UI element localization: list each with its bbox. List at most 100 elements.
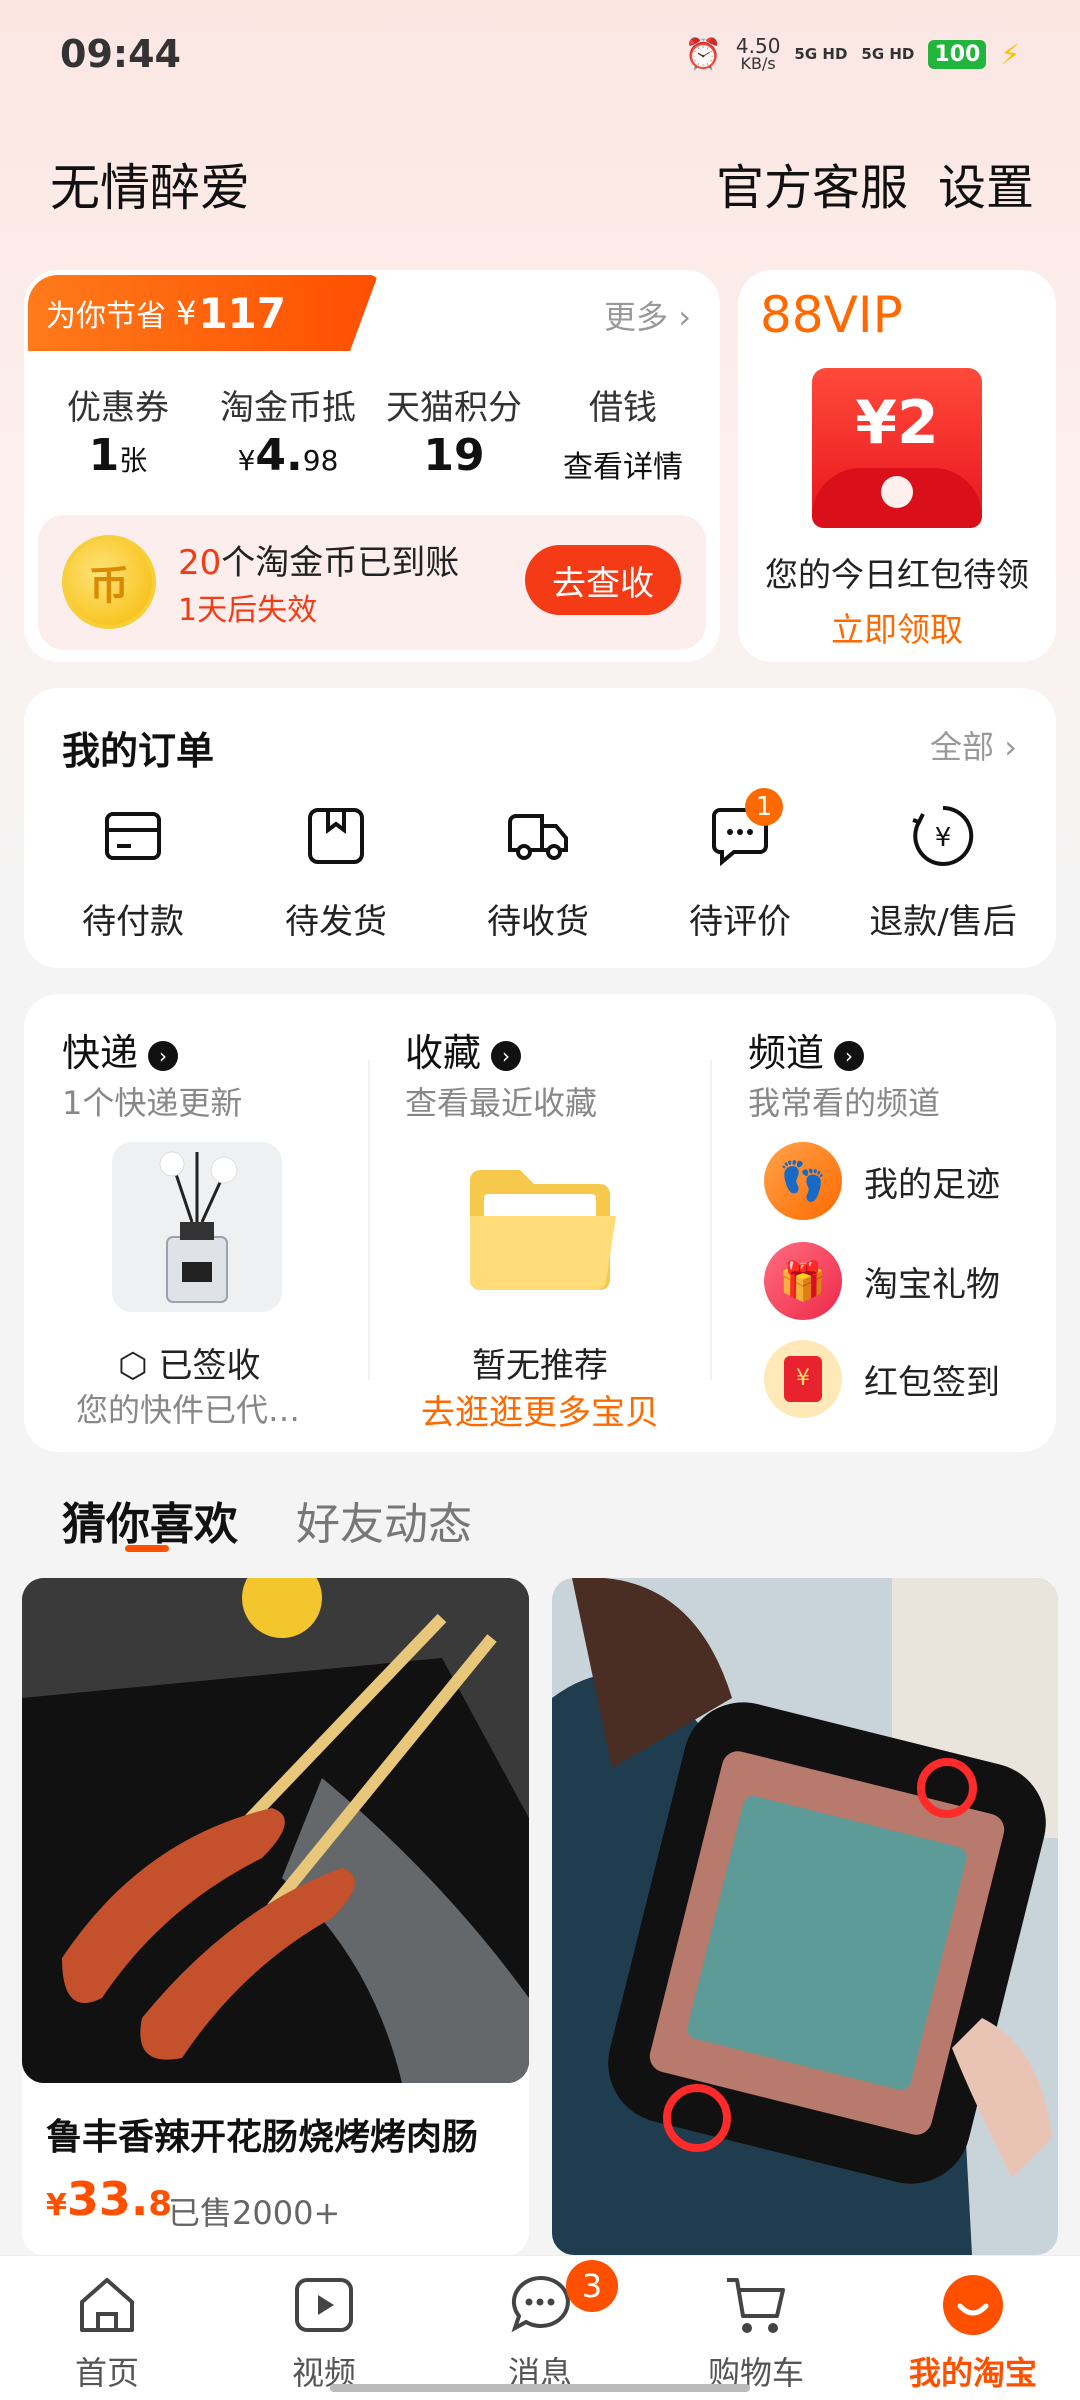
status-time: 09:44 [60,32,181,76]
express-title: 快递 [62,1031,139,1075]
channel-red-packet[interactable]: ¥ 红包签到 [764,1340,1000,1418]
coin-text: 个淘金币已到账 [221,543,460,583]
stat-coin-prefix: ¥ [237,444,256,477]
express-subtitle: 1个快递更新 [62,1084,243,1122]
orders-all-link[interactable]: 全部 › [930,722,1017,768]
gift-icon: 🎁 [764,1242,842,1320]
charging-icon: ⚡ [1000,37,1020,71]
home-icon [80,2278,134,2332]
customer-service-button[interactable]: 官方客服 [716,148,908,218]
express-status: ⬡ 已签收 [118,1338,261,1387]
express-item-image[interactable] [112,1142,282,1312]
savings-amount: 117 [198,288,287,338]
savings-currency: ¥ [176,294,197,332]
channel-label: 淘宝礼物 [864,1264,1000,1305]
channels-header[interactable]: 频道 › [748,1022,865,1077]
red-packet-amount: ¥2 [855,388,939,458]
truck-icon [508,814,568,860]
message-icon [511,2275,570,2333]
order-refund[interactable]: ¥ 退款/售后 [843,800,1043,943]
coin-count: 20 [178,543,222,583]
username[interactable]: 无情醉爱 [50,148,250,220]
tab-friends[interactable]: 好友动态 [296,1488,472,1552]
nav-my-taobao[interactable]: 我的淘宝 [903,2272,1043,2394]
stat-coupon-number: 1 [88,430,120,481]
stat-coupon-value[interactable]: 1张 [33,430,203,481]
stat-points-label: 天猫积分 [386,388,522,428]
svg-text:¥: ¥ [935,823,952,853]
coin-notice-text: 20个淘金币已到账 [178,535,459,584]
stat-points-value[interactable]: 19 [369,430,539,481]
chevron-right-icon: › [148,1040,179,1071]
price-int: 33. [66,2172,149,2226]
order-pending-payment[interactable]: 待付款 [33,800,233,943]
stat-loan-details[interactable]: 查看详情 [543,442,703,486]
product-price: ¥33.8 [46,2172,172,2226]
order-label: 待收货 [487,902,589,942]
net-speed: 4.50 [735,34,781,58]
order-pending-receipt[interactable]: 待收货 [438,800,638,943]
tab-recommended[interactable]: 猜你喜欢 [62,1488,238,1552]
channel-gifts[interactable]: 🎁 淘宝礼物 [764,1242,1000,1320]
wallet-icon [105,812,161,860]
channels-subtitle: 我常看的频道 [748,1084,941,1122]
channels-title: 频道 [748,1031,825,1075]
chevron-right-icon: › [668,298,691,336]
savings-more-label: 更多 [604,298,669,336]
nav-label: 我的淘宝 [908,2354,1037,2392]
battery-indicator: 100 [928,39,987,69]
product-title[interactable]: 鲁丰香辣开花肠烧烤烤肉肠 [46,2108,478,2160]
order-label: 待评价 [689,902,791,942]
favorites-header[interactable]: 收藏 › [405,1022,522,1077]
signal-5g-1: 5G HD [794,45,848,63]
express-desc: 您的快件已代… [76,1391,301,1429]
cart-icon [727,2278,785,2333]
folder-icon [470,1170,616,1291]
favorites-title: 收藏 [405,1031,482,1075]
vip-claim-link[interactable]: 立即领取 [738,603,1056,651]
vip-title: 88VIP [760,286,903,344]
package-icon [308,808,364,864]
coin-expire-text: 1天后失效 [178,593,318,628]
order-pending-shipment[interactable]: 待发货 [236,800,436,943]
product-image[interactable] [552,1578,1058,2255]
savings-more-link[interactable]: 更多 › [604,292,691,338]
product-image[interactable] [22,1578,529,2083]
savings-tag-label: 为你节省 [46,299,166,334]
favorites-browse-link[interactable]: 去逛逛更多宝贝 [370,1385,710,1434]
coin-icon: 币 [62,535,156,629]
stat-loan-label: 借钱 [589,388,657,428]
profile-icon [943,2275,1003,2335]
home-indicator[interactable] [330,2384,750,2392]
footprint-icon: 👣 [764,1142,842,1220]
channel-footprints[interactable]: 👣 我的足迹 [764,1142,1000,1220]
nav-video[interactable]: 视频 [254,2272,394,2394]
orders-title: 我的订单 [62,729,215,773]
signal-5g-2: 5G HD [861,45,915,63]
sausage-image [22,1578,529,2083]
video-icon [295,2278,353,2332]
check-coins-button[interactable]: 去查收 [525,545,681,615]
channel-label: 红包签到 [864,1362,1000,1403]
order-pending-review[interactable]: 待评价 [640,800,840,943]
order-label: 待付款 [82,902,184,942]
review-badge: 1 [745,788,783,826]
savings-tag: 为你节省 ¥ 117 [28,275,378,351]
express-header[interactable]: 快递 › [62,1022,179,1077]
status-bar: 09:44 ⏰ 4.50 KB/s 5G HD 5G HD 100 ⚡ [0,0,1080,110]
status-icons: ⏰ 4.50 KB/s 5G HD 5G HD 100 ⚡ [685,36,1020,72]
net-speed-unit: KB/s [740,54,776,73]
nav-label: 首页 [74,2354,139,2392]
channel-label: 我的足迹 [864,1164,1000,1205]
alarm-icon: ⏰ [684,36,722,72]
orders-all-label: 全部 [930,728,995,766]
stat-coin-decimal: 98 [302,444,339,477]
stat-coin-label: 淘金币抵 [220,388,356,428]
diffuser-image [159,1151,238,1303]
stat-coin-value[interactable]: ¥4.98 [203,430,373,481]
nav-cart[interactable]: 购物车 [686,2272,826,2394]
express-status-label: 已签收 [158,1346,261,1386]
nav-home[interactable]: 首页 [37,2272,177,2394]
settings-button[interactable]: 设置 [938,148,1034,218]
chevron-right-icon: › [491,1040,522,1071]
